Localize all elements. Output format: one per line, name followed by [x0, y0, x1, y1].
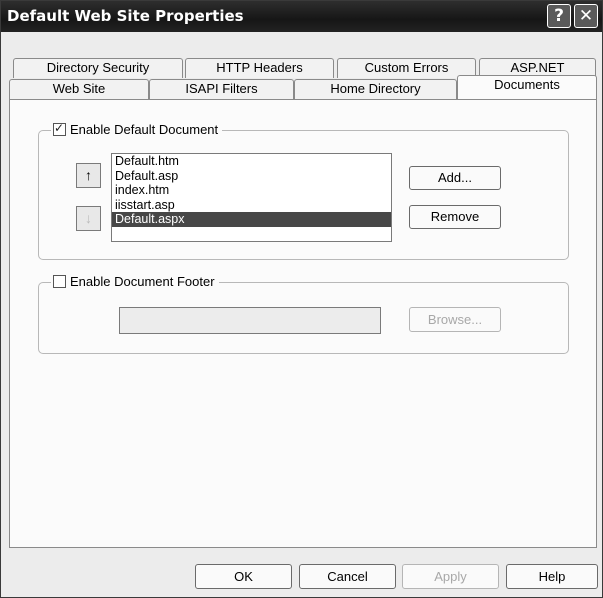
help-button[interactable]: Help: [506, 564, 598, 589]
arrow-down-icon: ↓: [85, 210, 92, 226]
help-icon[interactable]: ?: [547, 4, 571, 28]
list-item-selected[interactable]: Default.aspx: [112, 212, 391, 227]
apply-button[interactable]: Apply: [402, 564, 499, 589]
remove-button[interactable]: Remove: [409, 205, 501, 229]
tab-custom-errors[interactable]: Custom Errors: [337, 58, 476, 78]
tab-directory-security[interactable]: Directory Security: [13, 58, 183, 78]
enable-document-footer-checkbox[interactable]: [53, 275, 66, 288]
enable-default-document-label: Enable Default Document: [70, 122, 219, 137]
ok-button[interactable]: OK: [195, 564, 292, 589]
tab-web-site[interactable]: Web Site: [9, 79, 149, 99]
arrow-up-icon: ↑: [85, 167, 92, 183]
enable-default-document-checkbox[interactable]: [53, 121, 66, 136]
list-item[interactable]: index.htm: [112, 183, 391, 198]
properties-dialog: Default Web Site Properties ? ✕ Director…: [0, 0, 603, 598]
footer-path-input[interactable]: [119, 307, 381, 334]
browse-button[interactable]: Browse...: [409, 307, 501, 332]
list-item[interactable]: iisstart.asp: [112, 198, 391, 213]
default-document-header: Enable Default Document: [51, 121, 223, 137]
tab-strip: Directory Security HTTP Headers Custom E…: [1, 32, 602, 102]
add-button[interactable]: Add...: [409, 166, 501, 190]
move-up-button[interactable]: ↑: [76, 163, 101, 188]
tab-isapi-filters[interactable]: ISAPI Filters: [149, 79, 294, 99]
window-title: Default Web Site Properties: [7, 7, 244, 25]
list-item[interactable]: Default.htm: [112, 154, 391, 169]
cancel-button[interactable]: Cancel: [299, 564, 396, 589]
close-icon[interactable]: ✕: [574, 4, 598, 28]
move-down-button[interactable]: ↓: [76, 206, 101, 231]
enable-document-footer-label: Enable Document Footer: [70, 274, 215, 289]
default-documents-list[interactable]: Default.htm Default.asp index.htm iissta…: [111, 153, 392, 242]
list-item[interactable]: Default.asp: [112, 169, 391, 184]
tab-home-directory[interactable]: Home Directory: [294, 79, 457, 99]
tab-documents[interactable]: Documents: [457, 75, 597, 99]
tab-http-headers[interactable]: HTTP Headers: [185, 58, 334, 78]
document-footer-header: Enable Document Footer: [51, 274, 219, 289]
title-bar[interactable]: Default Web Site Properties ? ✕: [1, 1, 602, 32]
